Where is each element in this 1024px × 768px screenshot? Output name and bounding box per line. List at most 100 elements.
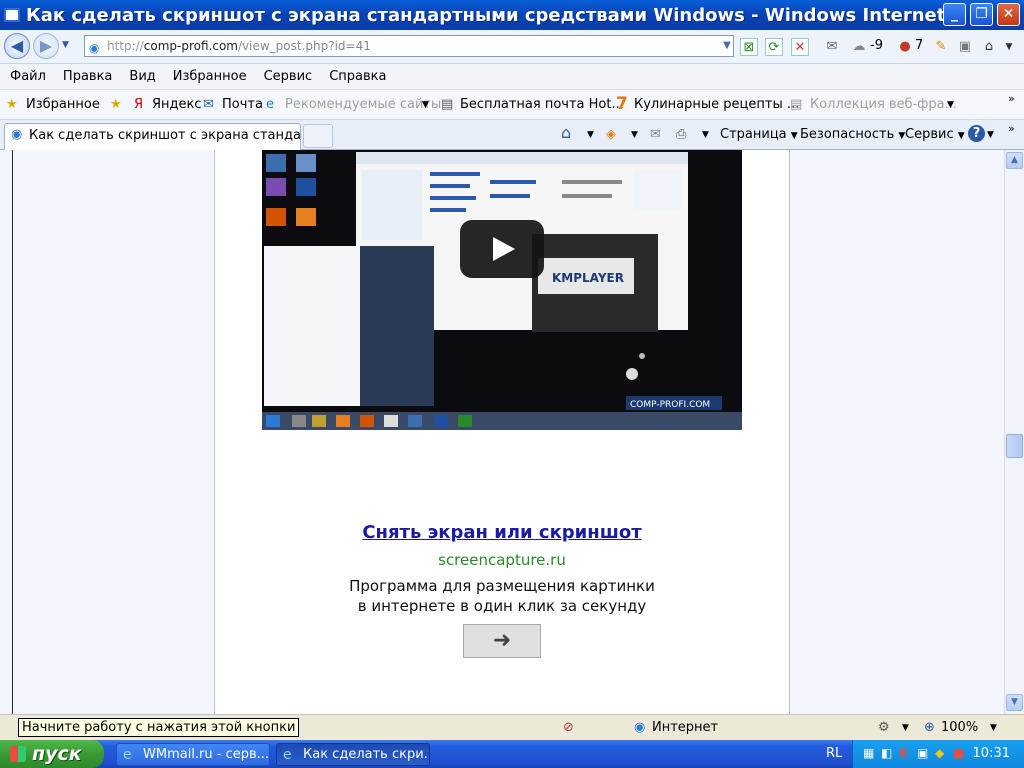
maximize-button[interactable]: ❐ (970, 3, 993, 26)
zoom-icon: ⊕ (924, 720, 935, 735)
security-menu-label: Безопасность (800, 127, 895, 142)
ad-link[interactable]: Снять экран или скриншот (262, 522, 742, 543)
rss-icon[interactable]: ◈ (606, 127, 616, 142)
page-menu[interactable]: Страница ▼ (720, 127, 798, 142)
popup-blocker-icon[interactable]: ⊘ (563, 720, 574, 735)
fav-mail[interactable]: Почта (222, 97, 263, 112)
address-host: comp-profi.com (143, 39, 238, 53)
ad-go-button[interactable]: ➜ (463, 624, 541, 658)
gallery-fav-icon: ▤ (790, 97, 803, 112)
tab-current[interactable]: ◉ Как сделать скриншот с экрана стандарт… (4, 123, 301, 150)
zoom-dropdown-icon[interactable]: ▼ (990, 723, 997, 733)
window-titlebar[interactable]: Как сделать скриншот с экрана стандартны… (0, 0, 1024, 30)
windows-flag-icon (10, 746, 26, 762)
taskbar: пуск e WMmail.ru - серв... e Как сделать… (0, 740, 1024, 768)
video-play-button[interactable] (460, 220, 544, 278)
security-menu[interactable]: Безопасность ▼ (800, 127, 905, 142)
notification-icon[interactable]: ● (896, 38, 914, 56)
address-input[interactable]: ◉ http://comp-profi.com/view_post.php?id… (84, 35, 734, 57)
menu-favorites[interactable]: Избранное (173, 69, 247, 84)
tray-shield-icon[interactable]: ◆ (935, 746, 944, 760)
help-dropdown-icon[interactable]: ▼ (987, 130, 994, 140)
ie-task-icon-active: e (283, 747, 292, 763)
protected-mode-icon[interactable]: ⚙ (878, 720, 890, 735)
home-icon[interactable]: ⌂ (561, 123, 571, 142)
yandex-icon: Я (134, 97, 144, 112)
read-mail-icon[interactable]: ✉ (650, 127, 661, 142)
speaker-tray-icon[interactable]: ◧ (881, 746, 892, 760)
address-dropdown-icon[interactable]: ▼ (718, 37, 736, 55)
mail-icon[interactable]: ✉ (823, 38, 841, 56)
back-button[interactable]: ◀ (4, 33, 30, 59)
forward-button[interactable]: ▶ (33, 33, 59, 59)
language-indicator[interactable]: RL (826, 746, 842, 761)
menu-edit[interactable]: Правка (63, 69, 112, 84)
menu-help[interactable]: Справка (329, 69, 386, 84)
tray-app-icon[interactable]: ▣ (917, 746, 928, 760)
minimize-button[interactable]: _ (943, 3, 966, 26)
ie-fav-icon: e (266, 97, 274, 112)
addon-icon[interactable]: ✎ (932, 38, 950, 56)
home-dropdown-icon[interactable]: ▼ (587, 130, 594, 140)
toolbar-addon-icon[interactable]: ▣ (956, 38, 974, 56)
tab-favicon-icon: ◉ (11, 127, 23, 142)
start-button[interactable]: пуск (0, 740, 104, 768)
menu-view[interactable]: Вид (129, 69, 155, 84)
video-embed[interactable]: KMPLAYER COMP-PROFI.COM (262, 150, 742, 430)
ie-window-icon (4, 8, 20, 22)
tab-bar: ◉ Как сделать скриншот с экрана стандарт… (0, 120, 1024, 150)
recipes-fav-icon: 7 (616, 94, 628, 114)
ad-url[interactable]: screencapture.ru (262, 551, 742, 569)
antivirus-tray-icon[interactable]: K (899, 746, 908, 760)
cmdbar-overflow-icon[interactable]: » (1008, 122, 1015, 135)
close-button[interactable]: ✕ (997, 3, 1020, 26)
tray-alert-icon[interactable]: ■ (953, 746, 964, 760)
menu-tools[interactable]: Сервис (264, 69, 313, 84)
fav-yandex[interactable]: Яндекс (152, 97, 202, 112)
weather-icon: ☁ (852, 39, 866, 54)
tab-title: Как сделать скриншот с экрана стандартн.… (29, 128, 301, 143)
help-icon[interactable]: ? (968, 125, 985, 142)
history-dropdown-icon[interactable]: ▼ (62, 40, 69, 50)
add-favorite-icon[interactable]: ★ (110, 97, 122, 112)
refresh-icon[interactable]: ⟳ (765, 38, 783, 56)
fav-suggested-sites[interactable]: Рекомендуемые сайты (285, 97, 441, 112)
scroll-thumb[interactable] (1006, 434, 1023, 458)
task-current-page[interactable]: e Как сделать скри... (276, 743, 430, 766)
new-tab-button[interactable] (303, 124, 333, 148)
address-toolbar: ◀ ▶ ▼ ◉ http://comp-profi.com/view_post.… (0, 30, 1024, 64)
ad-description-line2: в интернете в один клик за секунду (357, 597, 647, 615)
task-current-label: Как сделать скри... (303, 747, 430, 762)
suggested-dropdown-icon[interactable]: ▼ (422, 100, 429, 110)
security-zone: Интернет (652, 720, 719, 735)
favorites-button[interactable]: Избранное (26, 97, 100, 112)
compatibility-view-icon[interactable]: ⊠ (740, 38, 758, 56)
favbar-overflow-icon[interactable]: » (1008, 92, 1015, 105)
protected-dropdown-icon[interactable]: ▼ (902, 723, 909, 733)
video-watermark: COMP-PROFI.COM (630, 400, 710, 410)
clock: 10:31 (972, 746, 1010, 761)
addon-dropdown-icon[interactable]: ▼ (1000, 38, 1018, 56)
tools-menu[interactable]: Сервис ▼ (905, 127, 965, 142)
task-wmmail[interactable]: e WMmail.ru - серв... (116, 743, 270, 766)
fav-recipes[interactable]: Кулинарные рецепты ... (634, 97, 799, 112)
fav-hotmail[interactable]: Бесплатная почта Hot... (460, 97, 624, 112)
print-icon[interactable]: ⎙ (676, 127, 686, 142)
fav-web-slice-gallery[interactable]: Коллекция веб-фра... (810, 97, 957, 112)
status-bar: Начните работу с нажатия этой кнопки ⊘ ◉… (0, 714, 1024, 740)
print-dropdown-icon[interactable]: ▼ (702, 130, 709, 140)
vertical-scrollbar[interactable]: ▲ ▼ (1004, 150, 1024, 714)
zoom-level[interactable]: 100% (941, 720, 978, 735)
weather-temp: -9 (870, 38, 883, 53)
network-tray-icon[interactable]: ▦ (863, 746, 874, 760)
scroll-down-button[interactable]: ▼ (1006, 694, 1023, 711)
gallery-dropdown-icon[interactable]: ▼ (947, 100, 954, 110)
rss-dropdown-icon[interactable]: ▼ (631, 130, 638, 140)
scroll-up-button[interactable]: ▲ (1006, 152, 1023, 169)
window-title: Как сделать скриншот с экрана стандартны… (26, 4, 946, 26)
favorites-bar: ★ Избранное ★ Я Яндекс ✉ Почта e Рекомен… (0, 90, 1024, 120)
page-fav-icon: ▤ (441, 97, 454, 112)
stop-icon[interactable]: ✕ (791, 38, 809, 56)
menu-file[interactable]: Файл (10, 69, 46, 84)
home-addon-icon[interactable]: ⌂ (980, 38, 998, 56)
